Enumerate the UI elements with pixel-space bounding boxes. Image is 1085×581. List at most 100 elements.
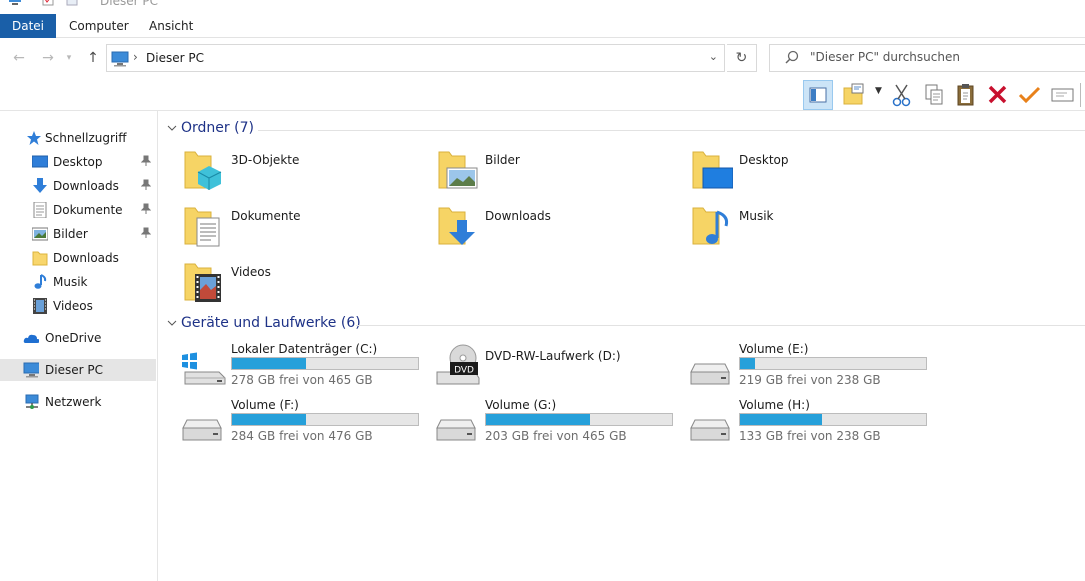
refresh-icon[interactable]: ↻ (727, 44, 757, 72)
this-pc-icon (111, 51, 129, 67)
sidebar-item-pictures[interactable]: Bilder (0, 223, 156, 245)
tab-file[interactable]: Datei (0, 14, 56, 38)
folder-icon (32, 251, 48, 266)
rename-button[interactable] (1015, 80, 1045, 110)
sidebar-item-documents[interactable]: Dokumente (0, 199, 156, 221)
folder-label: Dokumente (231, 209, 301, 223)
drive-usage-bar (485, 413, 673, 426)
forward-arrow-icon[interactable]: → (38, 48, 58, 68)
new-folder-icon[interactable] (66, 0, 78, 6)
address-bar[interactable]: › Dieser PC ⌄ (106, 44, 725, 72)
sidebar-item-videos[interactable]: Videos (0, 295, 156, 317)
pin-icon[interactable] (141, 155, 151, 167)
folder-item-desktop[interactable]: Desktop (689, 148, 939, 200)
folder-item-3d-objects[interactable]: 3D-Objekte (181, 148, 431, 200)
title-bar: ▾ Dieser PC (0, 0, 1085, 10)
search-box[interactable] (769, 44, 1085, 72)
folder-label: Musik (739, 209, 774, 223)
folder-item-pictures[interactable]: Bilder (435, 148, 685, 200)
desktop-icon (32, 155, 48, 168)
sidebar-item-this-pc[interactable]: Dieser PC (0, 359, 156, 381)
sidebar-item-label: OneDrive (45, 331, 102, 345)
navigation-pane: Schnellzugriff Desktop Downloads Dokumen… (0, 111, 158, 581)
hard-drive-icon (182, 419, 222, 441)
drive-usage-fill (486, 414, 591, 425)
folder-view-icon (843, 83, 864, 105)
drive-item-c[interactable]: Lokaler Datenträger (C:) 278 GB frei von… (181, 342, 435, 394)
drive-item-f[interactable]: Volume (F:) 284 GB frei von 476 GB (181, 398, 435, 450)
desktop-folder-icon (692, 151, 733, 189)
dvd-label: DVD (454, 366, 474, 376)
folder-label: Desktop (739, 153, 789, 167)
drive-usage-fill (740, 414, 822, 425)
quick-access-dropdown-icon[interactable]: ▾ (86, 0, 91, 3)
drive-free-space: 219 GB frei von 238 GB (739, 373, 881, 387)
up-arrow-icon[interactable]: ↑ (83, 48, 103, 68)
maximize-icon[interactable] (1047, 0, 1061, 6)
folder-item-music[interactable]: Musik (689, 204, 939, 256)
sidebar-item-label: Downloads (53, 179, 119, 193)
sidebar-item-label: Bilder (53, 227, 88, 241)
drives-group-header[interactable]: Geräte und Laufwerke (6) (166, 315, 1085, 335)
documents-folder-icon (184, 207, 220, 247)
window-title: Dieser PC (100, 0, 158, 8)
tab-computer[interactable]: Computer (56, 14, 142, 38)
drive-name: Volume (G:) (485, 398, 557, 412)
sidebar-item-onedrive[interactable]: OneDrive (0, 327, 156, 349)
sidebar-item-downloads[interactable]: Downloads (0, 175, 156, 197)
chevron-down-icon[interactable] (166, 122, 178, 134)
navigation-bar: ← → ▾ ↑ › Dieser PC ⌄ ↻ (0, 42, 1085, 74)
sidebar-item-music[interactable]: Musik (0, 271, 156, 293)
pin-icon[interactable] (141, 203, 151, 215)
pin-icon[interactable] (141, 179, 151, 191)
preview-pane-button[interactable] (840, 80, 870, 110)
pc-icon (9, 0, 21, 5)
folder-label: Downloads (485, 209, 551, 223)
sidebar-item-quick-access[interactable]: Schnellzugriff (0, 127, 156, 149)
drive-usage-fill (232, 358, 307, 369)
drive-item-e[interactable]: Volume (E:) 219 GB frei von 238 GB (689, 342, 943, 394)
drive-usage-bar (739, 413, 927, 426)
document-icon (33, 202, 47, 218)
hard-drive-icon (436, 419, 476, 441)
back-arrow-icon[interactable]: ← (9, 48, 29, 68)
checkmark-icon (1018, 86, 1041, 104)
drive-name: Lokaler Datenträger (C:) (231, 342, 378, 356)
address-path[interactable]: Dieser PC (146, 51, 204, 65)
navigation-pane-button[interactable] (803, 80, 833, 110)
drive-name: DVD-RW-Laufwerk (D:) (485, 349, 621, 363)
sidebar-item-downloads-folder[interactable]: Downloads (0, 247, 156, 269)
delete-button[interactable] (983, 80, 1013, 110)
drive-item-d[interactable]: DVD DVD-RW-Laufwerk (D:) (435, 342, 689, 394)
folder-item-videos[interactable]: Videos (181, 260, 431, 312)
navigation-pane-icon (809, 87, 827, 103)
drive-free-space: 133 GB frei von 238 GB (739, 429, 881, 443)
drive-usage-fill (740, 358, 755, 369)
pin-icon[interactable] (141, 227, 151, 239)
folder-item-downloads[interactable]: Downloads (435, 204, 685, 256)
cut-button[interactable] (887, 80, 917, 110)
properties-button[interactable] (1047, 80, 1077, 110)
view-dropdown-icon[interactable]: ▼ (872, 80, 886, 110)
search-input[interactable] (810, 50, 1070, 64)
tab-view[interactable]: Ansicht (136, 14, 206, 38)
properties-icon[interactable] (42, 0, 54, 6)
group-title: Ordner (7) (181, 120, 254, 136)
sidebar-item-desktop[interactable]: Desktop (0, 151, 156, 173)
address-dropdown-icon[interactable]: ⌄ (709, 50, 718, 63)
sidebar-item-label: Downloads (53, 251, 119, 265)
drive-item-g[interactable]: Volume (G:) 203 GB frei von 465 GB (435, 398, 689, 450)
folders-group-header[interactable]: Ordner (7) (166, 120, 1085, 140)
paste-button[interactable] (951, 80, 981, 110)
copy-button[interactable] (919, 80, 949, 110)
cloud-icon (23, 334, 39, 343)
header-divider (0, 110, 1085, 111)
sidebar-item-label: Dokumente (53, 203, 123, 217)
sidebar-item-network[interactable]: Netzwerk (0, 391, 156, 413)
recent-locations-icon[interactable]: ▾ (62, 48, 76, 68)
breadcrumb-chevron-icon[interactable]: › (133, 50, 138, 64)
system-drive-icon (182, 352, 226, 385)
folder-item-documents[interactable]: Dokumente (181, 204, 431, 256)
chevron-down-icon[interactable] (166, 317, 178, 329)
drive-item-h[interactable]: Volume (H:) 133 GB frei von 238 GB (689, 398, 943, 450)
